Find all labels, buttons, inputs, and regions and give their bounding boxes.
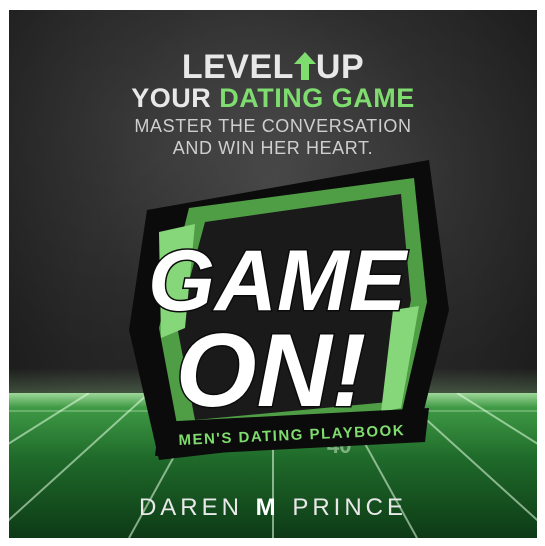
- author-last-name: PRINCE: [292, 494, 408, 521]
- author-name: DAREN M PRINCE: [9, 494, 537, 522]
- cover-art: 50 40 LEVELUP YOUR DATING GAME MASTER TH…: [9, 10, 537, 538]
- game-on-badge: GAME ON! MEN'S DATING PLAYBOOK: [129, 160, 449, 460]
- title-on: ON!: [176, 313, 367, 429]
- author-first-name: DAREN: [138, 494, 243, 521]
- author-initial: M: [255, 494, 280, 521]
